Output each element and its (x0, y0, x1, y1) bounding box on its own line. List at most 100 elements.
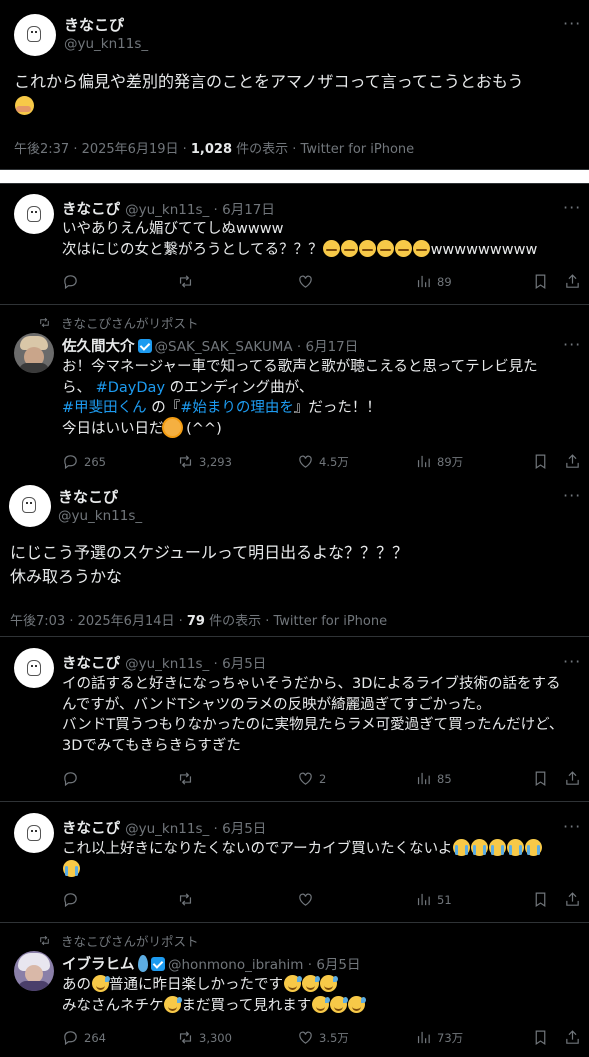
views-icon (417, 1031, 430, 1044)
avatar-drawing (27, 206, 41, 222)
tweet-text: いやありえん媚びててしぬwwww 次はにじの女と繋がろうとしてる？？？ wwwww… (62, 221, 538, 258)
sun-emoji-icon (164, 418, 182, 437)
hashtag-link[interactable]: #始まりの理由を (180, 400, 294, 416)
views-button[interactable]: 51 (415, 891, 452, 908)
bookmark-button[interactable] (532, 453, 549, 470)
like-button[interactable]: 2 (297, 770, 326, 787)
author-name[interactable]: イブラヒム (62, 957, 135, 973)
tweet-date[interactable]: 6月5日 (222, 656, 266, 672)
author-handle[interactable]: @honmono_ibrahim (168, 957, 303, 973)
reply-button[interactable]: 264 (62, 1029, 106, 1046)
repost-icon (179, 893, 192, 906)
repost-indicator[interactable]: きなこぴさんがリポスト (38, 313, 199, 332)
views-button[interactable]: 89 (415, 273, 452, 290)
reply-button[interactable]: 265 (62, 453, 106, 470)
more-icon[interactable]: ··· (563, 198, 581, 217)
repost-indicator[interactable]: きなこぴさんがリポスト (38, 931, 199, 950)
reply-button[interactable] (62, 273, 79, 290)
tweet-date[interactable]: 6月5日 (316, 957, 360, 973)
views-button[interactable]: 73万 (415, 1029, 463, 1046)
views-icon (417, 455, 430, 468)
repost-button[interactable]: 3,293 (177, 453, 232, 470)
tweet-text: あの 普通に昨日楽しかったです みなさんネチケ まだ買って見れます (62, 975, 366, 1016)
tweet-text: お！今マネージャー車で知ってる歌声と歌が聴こえると思ってテレビ見た ら、 #Da… (62, 359, 538, 437)
reply-icon (64, 1031, 77, 1046)
tweet-date[interactable]: 6月17日 (306, 339, 359, 355)
reply-button[interactable] (62, 770, 79, 787)
avatar[interactable] (14, 14, 56, 56)
share-icon (566, 274, 579, 288)
more-icon[interactable]: ··· (563, 14, 581, 33)
avatar[interactable] (14, 648, 54, 688)
repost-button[interactable]: 3,300 (177, 1029, 232, 1046)
bookmark-button[interactable] (532, 1029, 549, 1046)
views-icon (417, 772, 430, 785)
share-button[interactable] (564, 273, 581, 290)
divider (0, 304, 589, 305)
repost-icon (179, 275, 192, 288)
bookmark-button[interactable] (532, 770, 549, 787)
repost-button[interactable] (177, 891, 194, 908)
bookmark-icon (535, 771, 546, 787)
view-count[interactable]: 79 (187, 614, 205, 629)
author-name[interactable]: きなこぴ (64, 14, 124, 35)
view-count[interactable]: 1,028 (191, 142, 232, 157)
avatar[interactable] (14, 813, 54, 853)
views-button[interactable]: 85 (415, 770, 452, 787)
repost-button[interactable] (177, 273, 194, 290)
avatar[interactable] (14, 951, 54, 991)
author-handle[interactable]: @yu_kn11s_ (125, 656, 209, 672)
more-icon[interactable]: ··· (563, 335, 581, 354)
author-name[interactable]: きなこぴ (62, 821, 120, 837)
more-icon[interactable]: ··· (563, 817, 581, 836)
more-icon[interactable]: ··· (563, 652, 581, 671)
like-button[interactable] (297, 891, 314, 908)
author-handle[interactable]: @yu_kn11s_ (125, 202, 209, 218)
repost-icon (40, 935, 49, 946)
tweet-text: イの話すると好きになっちゃいそうだから、3Dによるライブ技術の話をする んですが… (62, 676, 564, 754)
repost-button[interactable] (177, 770, 194, 787)
hashtag-link[interactable]: #甲斐田くん (62, 400, 147, 416)
avatar[interactable] (9, 485, 51, 527)
bookmark-button[interactable] (532, 891, 549, 908)
author-name[interactable]: きなこぴ (62, 656, 120, 672)
share-icon (566, 454, 579, 468)
avatar[interactable] (14, 194, 54, 234)
author-handle[interactable]: @SAK_SAK_SAKUMA (155, 339, 293, 355)
more-icon[interactable]: ··· (563, 486, 581, 505)
share-icon (566, 892, 579, 906)
heart-icon (299, 772, 312, 785)
reply-icon (64, 275, 77, 290)
share-button[interactable] (564, 770, 581, 787)
sweat-smile-emoji-icon (283, 975, 338, 993)
avatar[interactable] (14, 333, 54, 373)
author-name[interactable]: 佐久間大介 (62, 339, 135, 355)
author-handle[interactable]: @yu_kn11s_ (58, 508, 142, 524)
tweet-date[interactable]: 6月17日 (222, 202, 275, 218)
verified-badge-icon (151, 957, 165, 971)
verified-badge-icon (137, 339, 152, 353)
reply-icon (64, 893, 77, 908)
repost-header: 佐久間大介 @SAK_SAK_SAKUMA · 6月17日 (62, 339, 359, 355)
section-separator (0, 170, 589, 183)
tweet-date[interactable]: 6月5日 (222, 821, 266, 837)
views-button[interactable]: 89万 (415, 453, 463, 470)
bookmark-button[interactable] (532, 273, 549, 290)
author-name[interactable]: きなこぴ (58, 486, 118, 507)
bookmark-icon (535, 454, 546, 470)
author-name[interactable]: きなこぴ (62, 202, 120, 218)
bookmark-icon (535, 274, 546, 290)
like-button[interactable]: 3.5万 (297, 1029, 349, 1046)
crying-face-emoji-icon (62, 859, 80, 878)
share-button[interactable] (564, 453, 581, 470)
hashtag-link[interactable]: #DayDay (96, 380, 165, 396)
share-button[interactable] (564, 891, 581, 908)
author-handle[interactable]: @yu_kn11s_ (125, 821, 209, 837)
reply-button[interactable] (62, 891, 79, 908)
like-button[interactable] (297, 273, 314, 290)
like-button[interactable]: 4.5万 (297, 453, 349, 470)
author-handle[interactable]: @yu_kn11s_ (64, 36, 148, 52)
divider (0, 636, 589, 637)
action-bar: 51 (62, 891, 582, 913)
share-button[interactable] (564, 1029, 581, 1046)
